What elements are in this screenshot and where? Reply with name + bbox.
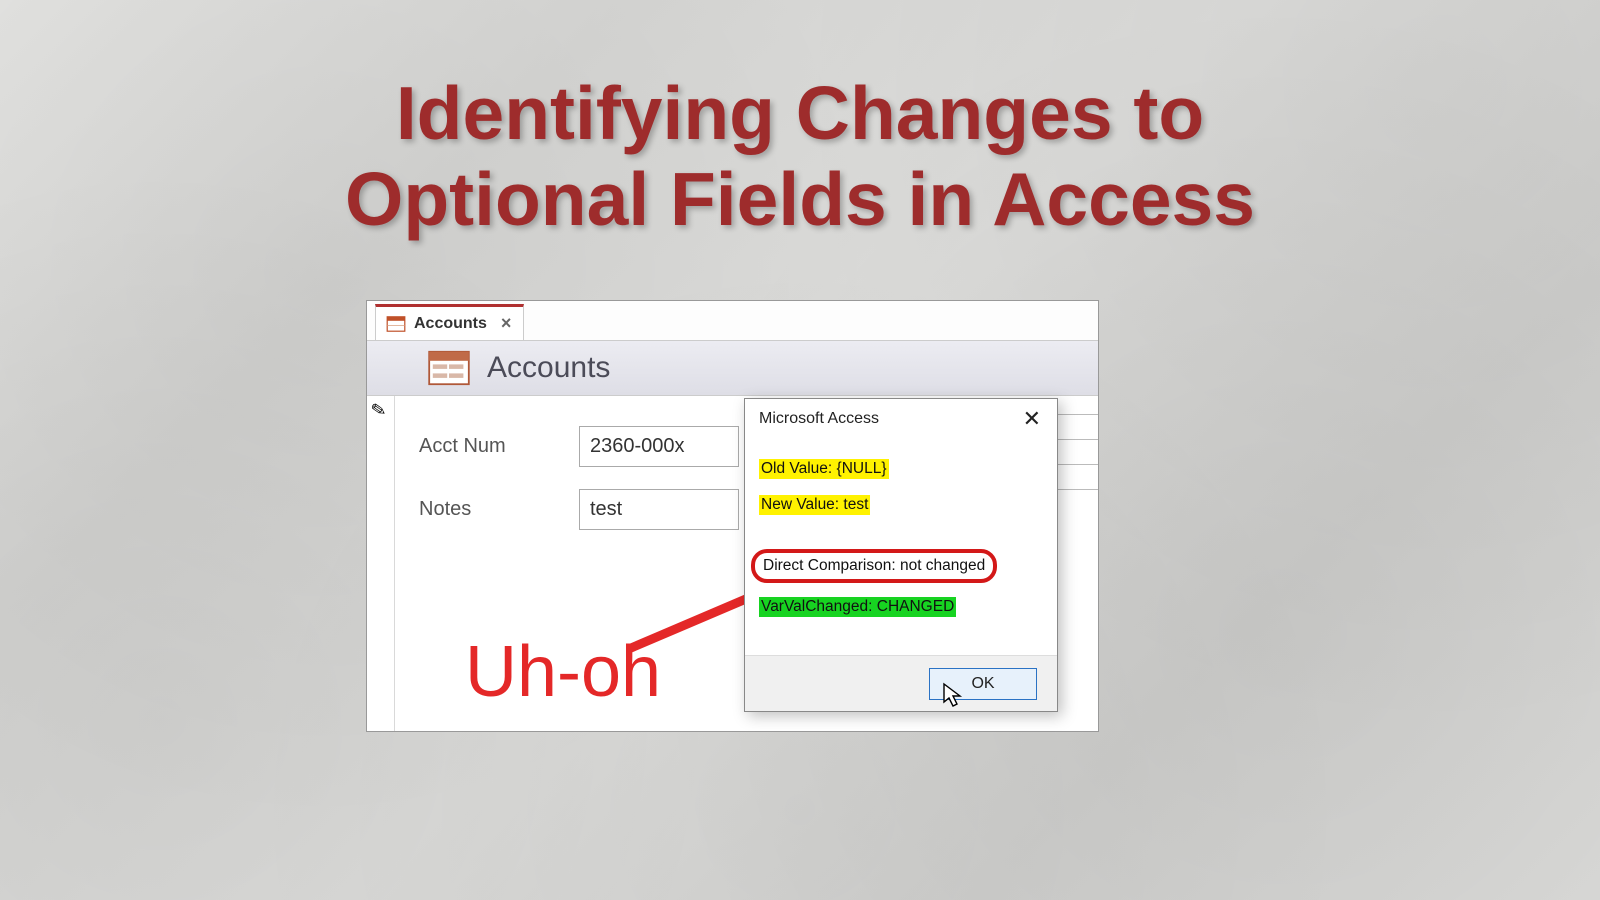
close-icon[interactable]: × bbox=[501, 313, 512, 334]
pencil-icon: ✎ bbox=[369, 399, 388, 422]
notes-input[interactable] bbox=[579, 489, 739, 530]
varval-line: VarValChanged: CHANGED bbox=[759, 597, 956, 617]
dialog-titlebar: Microsoft Access ✕ bbox=[745, 399, 1057, 439]
tab-label: Accounts bbox=[414, 315, 487, 333]
decorative-lines bbox=[1058, 414, 1098, 544]
direct-comparison-line: Direct Comparison: not changed bbox=[751, 549, 997, 583]
new-value-line: New Value: test bbox=[759, 495, 870, 515]
field-label: Notes bbox=[419, 498, 579, 521]
tab-accounts[interactable]: Accounts × bbox=[375, 304, 524, 340]
dialog-title: Microsoft Access bbox=[759, 410, 879, 428]
title-line-1: Identifying Changes to bbox=[396, 71, 1204, 155]
old-value-line: Old Value: {NULL} bbox=[759, 459, 889, 479]
page-title: Identifying Changes to Optional Fields i… bbox=[0, 70, 1600, 243]
tab-bar: Accounts × bbox=[367, 301, 1098, 341]
title-line-2: Optional Fields in Access bbox=[345, 157, 1255, 241]
dialog-footer: OK bbox=[745, 655, 1057, 711]
field-label: Acct Num bbox=[419, 435, 579, 458]
form-icon bbox=[386, 316, 406, 332]
msgbox-dialog: Microsoft Access ✕ Old Value: {NULL} New… bbox=[744, 398, 1058, 712]
acctnum-input[interactable] bbox=[579, 426, 739, 467]
form-icon bbox=[427, 350, 471, 386]
close-icon[interactable]: ✕ bbox=[1017, 406, 1047, 432]
ok-button[interactable]: OK bbox=[929, 668, 1037, 700]
uhoh-annotation: Uh-oh bbox=[465, 631, 661, 713]
record-selector[interactable]: ✎ bbox=[367, 396, 395, 731]
dialog-body: Old Value: {NULL} New Value: test Direct… bbox=[745, 439, 1057, 627]
form-header-title: Accounts bbox=[487, 351, 610, 385]
form-header: Accounts bbox=[367, 341, 1098, 396]
